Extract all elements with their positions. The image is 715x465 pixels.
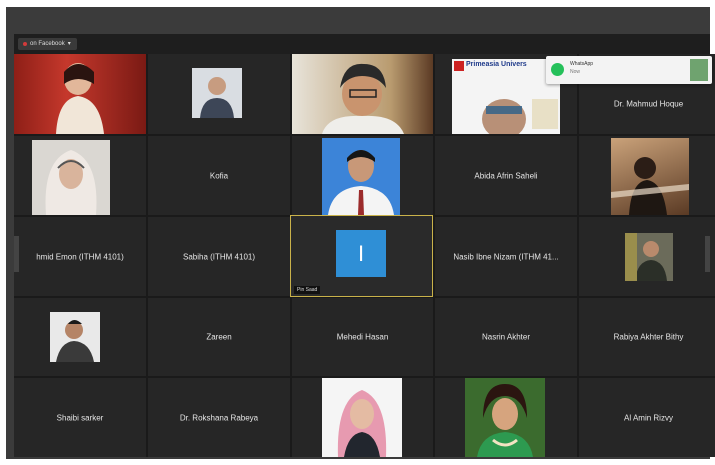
participant-tile[interactable]: Zareen (148, 298, 290, 376)
participant-name: Nasrin Akhter (481, 332, 531, 342)
participant-tile[interactable]: Nasrin Akhter (435, 298, 577, 376)
participant-tile[interactable] (579, 217, 715, 296)
person-photo-icon (337, 390, 387, 457)
next-page-button[interactable] (705, 236, 710, 272)
participant-video-icon (477, 384, 533, 457)
participant-tile[interactable]: Shaibi sarker (14, 378, 146, 457)
active-speaker-tile[interactable]: I Pin Saad (290, 215, 433, 297)
live-stream-label: on Facebook (30, 41, 65, 47)
participant-name: Kofia (209, 171, 229, 180)
participant-name: Al Amin Rizvy (624, 413, 673, 422)
participant-name: Rabiya Akhter Bithy (613, 332, 684, 342)
participant-tile[interactable]: Abida Afrin Saheli (435, 136, 577, 215)
video-feed (611, 138, 689, 215)
participant-tile[interactable] (292, 54, 433, 134)
participant-name: Pin Saad (294, 286, 321, 294)
avatar (50, 312, 100, 362)
participant-tile[interactable]: Sabiha (ITHM 4101) (148, 217, 290, 296)
person-photo-icon (200, 77, 234, 118)
video-feed: Primeasia Univers (452, 59, 560, 134)
record-dot-icon (23, 42, 27, 46)
participant-tile[interactable]: Kofia (148, 136, 290, 215)
video-feed (292, 54, 433, 134)
avatar-initial: I (336, 230, 386, 277)
participant-tile[interactable] (14, 54, 146, 134)
video-feed (14, 54, 146, 134)
participant-video-icon (322, 63, 404, 134)
participant-tile[interactable] (14, 298, 146, 376)
avatar (625, 233, 673, 281)
participant-name: Zareen (206, 332, 232, 342)
video-feed (465, 378, 545, 457)
notification-thumbnail (690, 59, 708, 81)
participant-name: hmid Emon (ITHM 4101) (36, 252, 124, 261)
participant-tile[interactable]: Al Amin Rizvy (579, 378, 715, 457)
person-photo-icon (625, 233, 667, 281)
participant-name: Dr. Rokshana Rabeya (179, 413, 259, 422)
participant-name: Abida Afrin Saheli (474, 171, 538, 180)
avatar (322, 138, 400, 215)
notification-toast[interactable]: WhatsApp Now (546, 56, 712, 84)
participant-tile[interactable]: Nasib Ibne Nizam (ITHM 41... (435, 217, 577, 296)
participant-tile[interactable] (579, 136, 715, 215)
banner-text: Primeasia Univers (466, 61, 527, 68)
notification-title: WhatsApp (570, 61, 594, 67)
participant-name: Sabiha (ITHM 4101) (182, 252, 256, 261)
participant-name: Shaibi sarker (56, 413, 104, 422)
participant-name: Nasib Ibne Nizam (ITHM 41... (453, 252, 559, 261)
person-photo-icon (56, 320, 94, 362)
participant-gallery: Primeasia Univers Dr. Mahmud Hoque Kofia (14, 54, 715, 457)
participant-tile[interactable]: Mehedi Hasan (292, 298, 433, 376)
participant-tile[interactable] (292, 136, 433, 215)
participant-tile[interactable] (292, 378, 433, 457)
prev-page-button[interactable] (14, 236, 19, 272)
participant-tile[interactable] (14, 136, 146, 215)
whatsapp-icon (551, 63, 564, 76)
notification-subtitle: Now (570, 69, 581, 75)
participant-tile[interactable]: Dr. Rokshana Rabeya (148, 378, 290, 457)
participant-tile[interactable]: hmid Emon (ITHM 4101) (14, 217, 146, 296)
live-stream-indicator[interactable]: on Facebook ▾ (18, 38, 77, 50)
participant-tile[interactable]: Rabiya Akhter Bithy (579, 298, 715, 376)
participant-video-icon (611, 157, 689, 215)
participant-video-icon (56, 63, 104, 134)
participant-tile[interactable] (435, 378, 577, 457)
person-photo-icon (328, 150, 394, 215)
top-bar (14, 34, 710, 54)
participant-name: Mehedi Hasan (336, 332, 389, 342)
participant-name: Dr. Mahmud Hoque (613, 99, 684, 109)
chevron-down-icon: ▾ (67, 41, 71, 47)
participant-video-icon (45, 150, 97, 215)
participant-tile[interactable] (148, 54, 290, 134)
video-feed (32, 140, 110, 215)
avatar (322, 378, 402, 457)
avatar (192, 68, 242, 118)
